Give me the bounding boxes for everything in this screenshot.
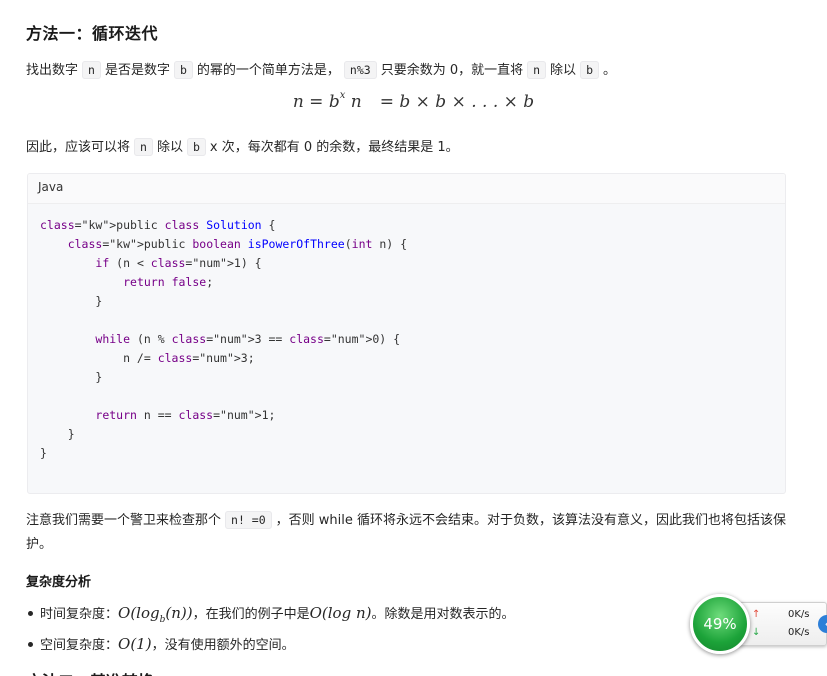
list-item-space-complexity: 空间复杂度：O(1)，没有使用额外的空间。 [28, 632, 515, 658]
formula-lhs: n = b [292, 92, 340, 112]
code-line: } [40, 294, 103, 308]
math-main: O(1) [118, 635, 152, 653]
code-line: return false; [123, 275, 214, 289]
inline-code: b [186, 138, 206, 156]
intro-text: 只要余数为 0，就一直将 [380, 63, 524, 78]
upload-speed: 0K/s [788, 609, 810, 620]
conclusion-text: 因此，应该可以将 [26, 140, 131, 155]
space-tail: ，没有使用额外的空间。 [151, 638, 295, 653]
code-line: } [40, 446, 47, 460]
math-main: O(log n) [309, 604, 372, 622]
download-speed: 0K/s [788, 627, 810, 638]
conclusion-paragraph: 因此，应该可以将 n 除以 b x 次，每次都有 0 的余数，最终结果是 1。 [26, 137, 459, 158]
intro-text: 找出数字 [26, 63, 79, 78]
code-line: class="kw">public [67, 237, 186, 251]
intro-text: 除以 [550, 63, 577, 78]
inline-code: n%3 [343, 61, 377, 79]
article-page: 方法一：循环迭代 找出数字 n 是否是数字 b 的幂的一个简单方法是， n%3 只要余数为 … [0, 0, 827, 676]
code-content[interactable]: class="kw">public class Solution { class… [28, 204, 785, 475]
conclusion-text: 除以 [156, 140, 183, 155]
code-line: n /= class="num">3 [40, 351, 248, 365]
code-line: } [40, 370, 103, 384]
network-speed-widget[interactable]: 49% ↑ 0K/s ↓ 0K/s ‹ [690, 594, 827, 654]
time-formula: O(logb(n)) [118, 604, 193, 625]
upload-arrow-icon: ↑ [752, 609, 761, 620]
inline-code: b [580, 61, 599, 79]
code-block[interactable]: Java class="kw">public class Solution { … [27, 173, 786, 494]
code-line: class="kw">public [40, 218, 158, 232]
code-line: if (n < class="num">1 [95, 256, 241, 270]
inline-code: n [527, 61, 547, 79]
intro-paragraph: 找出数字 n 是否是数字 b 的幂的一个简单方法是， n%3 只要余数为 0，就一直将 n 除以… [26, 60, 616, 81]
intro-text: 是否是数字 [104, 63, 170, 78]
inline-code: n [82, 61, 101, 79]
time-label: 时间复杂度： [40, 607, 119, 622]
note-text: 注意我们需要一个警卫来检查那个 [26, 513, 222, 528]
next-section-title: 方法二：基准转换 [26, 668, 154, 676]
inline-code: n! =0 [225, 511, 272, 529]
cpu-usage-ball[interactable]: 49% [690, 594, 750, 654]
note-paragraph: 注意我们需要一个警卫来检查那个 n! =0 ，否则 while 循环将永远不会结束。… [26, 508, 786, 557]
time-formula-2: O(log n) [310, 604, 372, 622]
space-formula: O(1) [118, 635, 152, 653]
section-title: 方法一：循环迭代 [26, 24, 159, 43]
power-formula: n = bx n = b × b × . . . × b [0, 90, 827, 112]
space-label: 空间复杂度： [40, 638, 119, 653]
time-tail: 。除数是用对数表示的。 [371, 607, 515, 622]
intro-text: 。 [603, 63, 617, 78]
conclusion-text: x 次，每次都有 0 的余数，最终结果是 1。 [209, 140, 459, 155]
intro-text: 的幂的一个简单方法是， [196, 63, 340, 78]
code-line: return n == class="num">1 [95, 408, 269, 422]
formula-var: n [350, 92, 362, 112]
inline-code: n [134, 138, 153, 156]
code-line: while (n % class="num">3 [95, 332, 262, 346]
time-mid: ，在我们的例子中是 [192, 607, 310, 622]
formula-exponent: x [339, 90, 346, 102]
inline-code: b [173, 61, 193, 79]
complexity-heading: 复杂度分析 [26, 575, 92, 590]
formula-rhs: = b × b × . . . × b [379, 92, 535, 112]
code-line: } [40, 427, 75, 441]
math-main: O(log [118, 604, 160, 622]
math-end: (n)) [165, 604, 193, 622]
complexity-list: 时间复杂度：O(logb(n))，在我们的例子中是O(log n)。除数是用对数… [28, 601, 515, 658]
list-item-time-complexity: 时间复杂度：O(logb(n))，在我们的例子中是O(log n)。除数是用对数… [28, 601, 515, 632]
download-arrow-icon: ↓ [752, 627, 761, 638]
code-language-tab[interactable]: Java [28, 174, 785, 204]
